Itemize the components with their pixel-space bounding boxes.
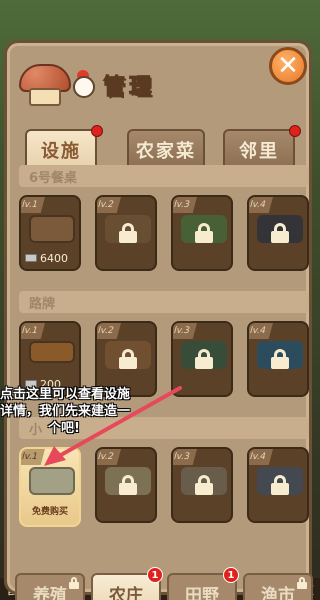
level-tag: lv.1 (21, 197, 45, 213)
tab-facilities-label: 设施 (41, 141, 81, 162)
lock-icon (271, 223, 289, 243)
facility-card-lv2[interactable]: lv.2 (95, 195, 157, 271)
farmhouse-icon (17, 62, 73, 108)
tab-facilities-notification-dot (91, 125, 103, 137)
money-icon (25, 254, 37, 262)
facility-card-lv4[interactable]: lv.4 (247, 321, 309, 397)
lock-icon (297, 577, 307, 589)
tab-neighbors-notification-dot (289, 125, 301, 137)
level-tag: lv.4 (249, 323, 273, 339)
lock-icon (69, 577, 79, 589)
tab-fields[interactable]: 田野 1 (167, 567, 239, 600)
lock-icon (271, 475, 289, 495)
signpost-art (29, 341, 75, 363)
table-art (29, 215, 75, 243)
tab-farm[interactable]: 农庄 1 (91, 567, 163, 600)
facility-card-lv1[interactable]: lv.1 6400 (19, 195, 81, 271)
free-buy-label: 免费购买 (31, 507, 68, 517)
management-dialog: 管理 ✕ 设施 农家菜 邻里 6号餐桌 lv.1 6400 lv.2 lv.3 … (4, 40, 313, 600)
section-title: 6号餐桌 (29, 170, 78, 186)
facility-card-lv4[interactable]: lv.4 (247, 447, 309, 523)
level-tag: lv.4 (249, 197, 273, 213)
tab-fish-market[interactable]: 渔市 (243, 573, 313, 600)
lock-icon (195, 349, 213, 369)
level-tag: lv.2 (97, 197, 121, 213)
level-tag: lv.4 (249, 449, 273, 465)
notification-badge: 1 (223, 567, 239, 583)
facility-card-lv4[interactable]: lv.4 (247, 195, 309, 271)
lock-icon (195, 223, 213, 243)
tab-breeding-label: 养殖 (33, 585, 67, 600)
section-title: 路牌 (29, 296, 56, 312)
lock-icon (119, 349, 137, 369)
tab-fish-market-label: 渔市 (261, 585, 295, 600)
dialog-title: 管理 (102, 75, 156, 101)
lock-icon (119, 223, 137, 243)
close-button[interactable]: ✕ (269, 47, 307, 85)
tutorial-arrow-icon (44, 386, 182, 466)
section-header-signpost: 路牌 (19, 291, 309, 313)
level-tag: lv.2 (97, 323, 121, 339)
bench-art (29, 467, 75, 495)
price: 6400 (25, 251, 75, 265)
facility-row-table6: lv.1 6400 lv.2 lv.3 lv.4 (19, 195, 309, 281)
level-tag: lv.1 (21, 323, 45, 339)
facility-card-lv3[interactable]: lv.3 (171, 195, 233, 271)
tab-neighbors-label: 邻里 (239, 141, 279, 162)
level-tag: lv.3 (173, 197, 197, 213)
tab-fields-label: 田野 (185, 585, 219, 600)
level-tag: lv.3 (173, 323, 197, 339)
price-value: 6400 (40, 251, 68, 265)
lock-icon (195, 475, 213, 495)
tab-farm-label: 农庄 (109, 585, 143, 600)
dialog-header: 管理 (17, 61, 217, 109)
bottom-tab-bar: 养殖 农庄 1 田野 1 渔市 (15, 567, 315, 600)
section-header-table6: 6号餐桌 (19, 165, 309, 187)
rooster-icon (69, 68, 99, 102)
tab-breeding[interactable]: 养殖 (15, 573, 85, 600)
lock-icon (119, 475, 137, 495)
notification-badge: 1 (147, 567, 163, 583)
tab-farm-dishes-label: 农家菜 (136, 141, 196, 162)
lock-icon (271, 349, 289, 369)
